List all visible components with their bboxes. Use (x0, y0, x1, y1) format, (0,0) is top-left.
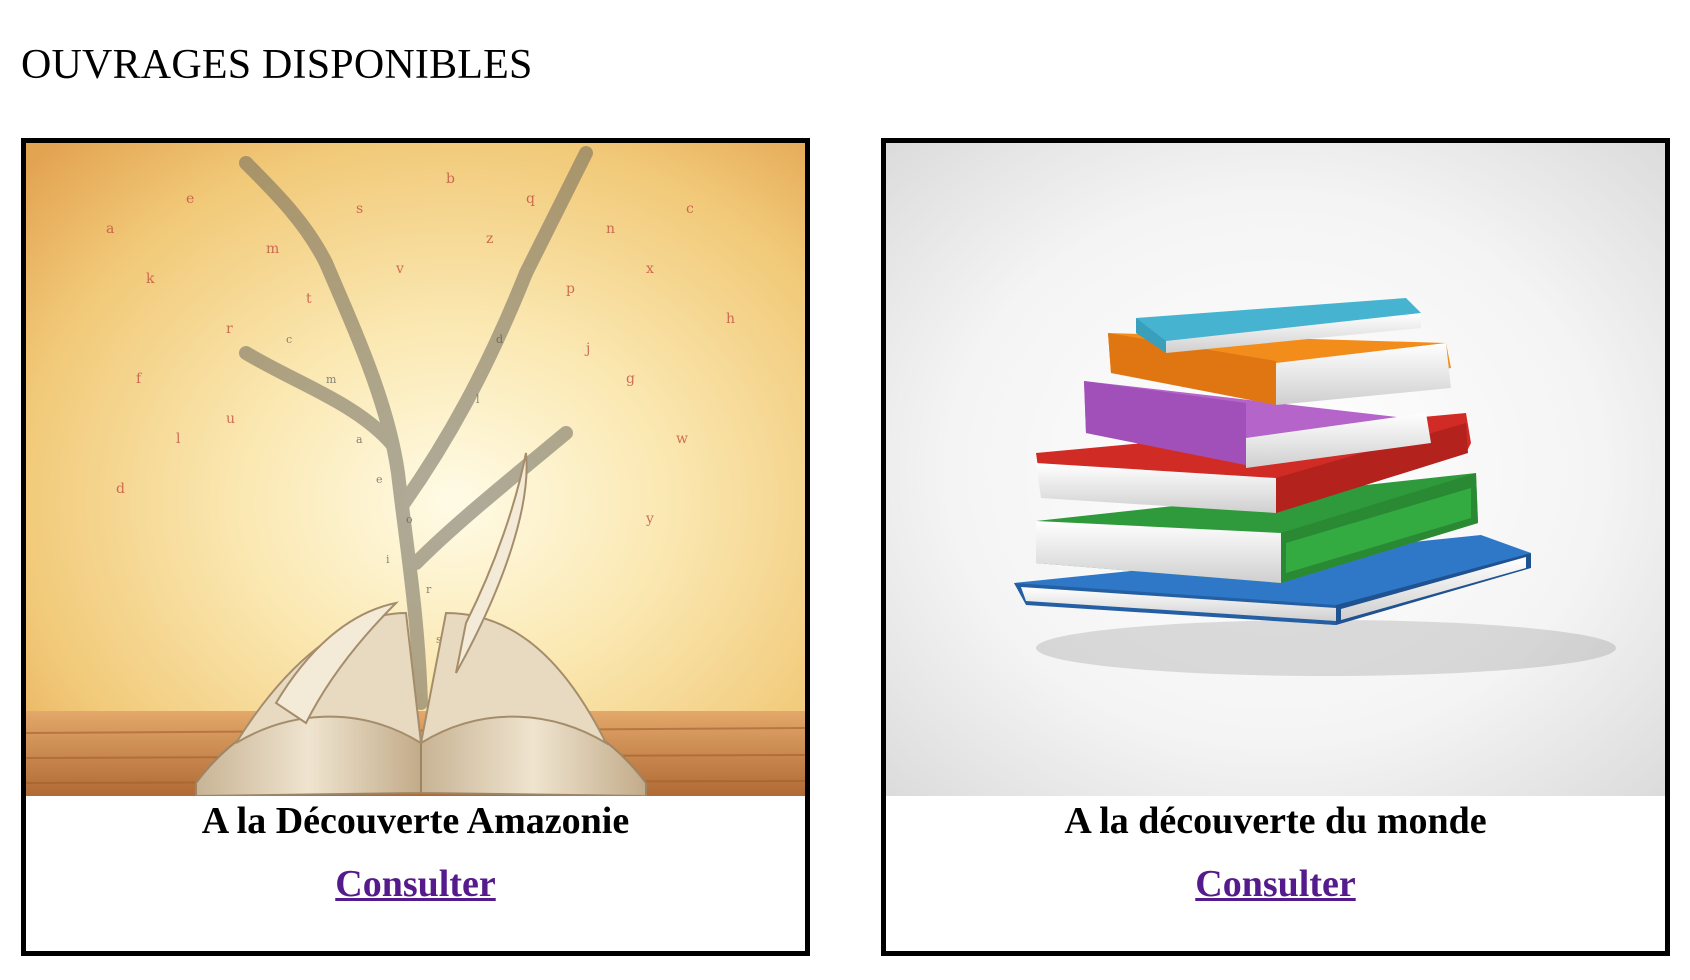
book-title: A la découverte du monde (1064, 800, 1487, 842)
svg-text:a: a (106, 221, 114, 237)
book-card: A la découverte du monde Consulter (881, 138, 1670, 956)
svg-text:d: d (116, 481, 125, 497)
svg-text:u: u (226, 411, 235, 427)
svg-text:r: r (226, 321, 233, 337)
svg-text:o: o (406, 513, 413, 526)
consult-link[interactable]: Consulter (1195, 863, 1355, 905)
svg-text:c: c (686, 201, 694, 217)
svg-text:w: w (676, 431, 688, 447)
svg-text:e: e (376, 473, 383, 486)
page-title: OUVRAGES DISPONIBLES (21, 42, 533, 88)
svg-text:m: m (266, 241, 279, 257)
svg-text:h: h (726, 311, 735, 327)
svg-text:l: l (176, 431, 181, 447)
svg-text:s: s (356, 201, 363, 217)
book-title: A la Découverte Amazonie (201, 800, 630, 842)
consult-link-container: Consulter (886, 861, 1665, 907)
svg-text:v: v (395, 261, 404, 277)
svg-text:z: z (486, 231, 493, 247)
svg-text:m: m (326, 373, 337, 386)
consult-link[interactable]: Consulter (335, 863, 495, 905)
svg-text:c: c (286, 333, 292, 346)
book-card: ake rmt svb zqp nxc hfl gwd yuj aeo irt … (21, 138, 810, 956)
svg-text:y: y (645, 511, 654, 527)
consult-link-container: Consulter (26, 861, 805, 907)
svg-text:a: a (356, 433, 363, 446)
svg-text:g: g (626, 371, 635, 387)
svg-text:b: b (446, 171, 455, 187)
svg-text:n: n (606, 221, 615, 237)
svg-text:e: e (186, 191, 194, 207)
svg-text:q: q (526, 191, 535, 207)
svg-text:x: x (646, 261, 654, 277)
book-cover-image (886, 143, 1665, 796)
svg-text:p: p (566, 281, 575, 297)
svg-text:k: k (146, 271, 155, 287)
svg-text:t: t (306, 291, 312, 307)
svg-text:d: d (496, 333, 503, 346)
svg-text:r: r (426, 583, 432, 596)
book-cover-image: ake rmt svb zqp nxc hfl gwd yuj aeo irt … (26, 143, 805, 796)
svg-text:l: l (476, 393, 480, 406)
svg-text:i: i (386, 553, 390, 566)
page: OUVRAGES DISPONIBLES a k e r m t s v b z… (0, 0, 1690, 980)
